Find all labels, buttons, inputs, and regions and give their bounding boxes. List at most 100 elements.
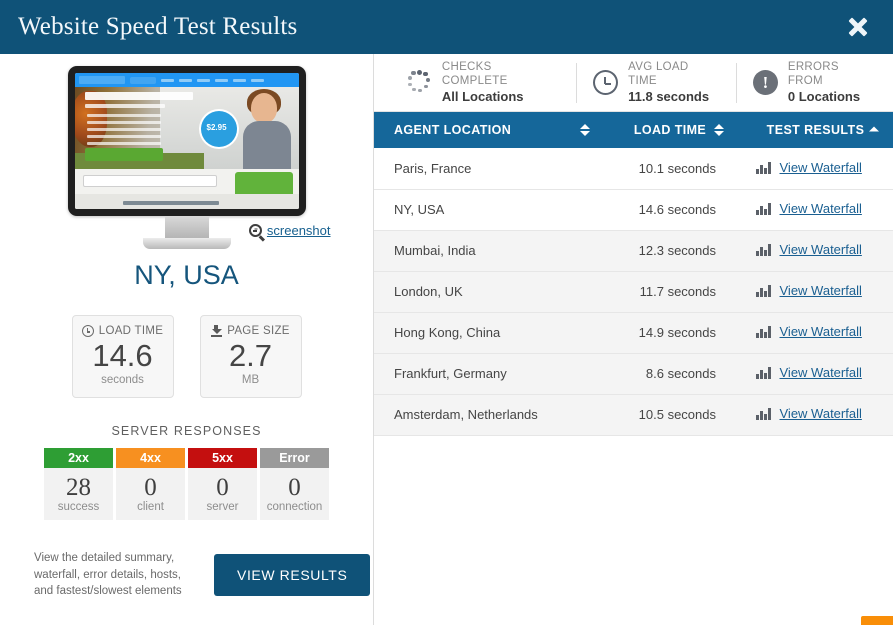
preview-lower-section (74, 169, 299, 209)
bar-chart-icon (756, 284, 771, 297)
preview-cta-button (84, 148, 163, 161)
table-row: Amsterdam, Netherlands 10.5 seconds View… (374, 394, 893, 436)
stat-checks-complete-value: All Locations (441, 88, 524, 104)
server-response-error: Error 0 connection (260, 447, 329, 521)
bar-chart-icon (756, 366, 771, 379)
view-waterfall-label: View Waterfall (779, 283, 862, 299)
view-waterfall-label: View Waterfall (779, 406, 862, 422)
stat-checks-complete: CHECKS COMPLETE All Locations (390, 61, 576, 104)
preview-bullet (86, 142, 161, 145)
screenshot-preview: $2.95 (0, 54, 373, 249)
alert-circle-icon: ! (752, 70, 778, 95)
view-waterfall-link[interactable]: View Waterfall (756, 242, 862, 257)
bar-chart-icon (756, 161, 771, 174)
cell-test-results: View Waterfall (738, 148, 893, 190)
cell-load-time: 11.7 seconds (602, 271, 738, 313)
cell-test-results: View Waterfall (738, 189, 893, 231)
monitor-frame: $2.95 (67, 66, 306, 216)
view-waterfall-link[interactable]: View Waterfall (756, 160, 862, 175)
view-waterfall-link[interactable]: View Waterfall (756, 283, 862, 298)
cell-location: London, UK (374, 271, 602, 313)
server-response-error-count: 0 (288, 473, 301, 501)
cell-location: Hong Kong, China (374, 312, 602, 354)
clock-icon (593, 70, 619, 95)
column-header-agent-location[interactable]: AGENT LOCATION (374, 112, 602, 148)
bar-chart-icon (756, 202, 771, 215)
metric-load-time-unit: seconds (101, 373, 144, 386)
summary-panel: $2.95 screenshot NY, USA LOAD TIME 14.6 … (0, 54, 374, 625)
stat-errors-value: 0 Locations (787, 88, 861, 104)
preview-bullet (86, 135, 161, 138)
bar-chart-icon (756, 243, 771, 256)
sort-icon-test-results[interactable] (869, 126, 879, 134)
cell-location: Paris, France (374, 148, 602, 190)
results-table-body: Paris, France 10.1 seconds View Waterfal… (374, 148, 893, 436)
cell-load-time: 12.3 seconds (602, 230, 738, 272)
table-row: Paris, France 10.1 seconds View Waterfal… (374, 148, 893, 190)
screenshot-link[interactable]: screenshot (267, 223, 331, 238)
preview-logo (78, 76, 125, 84)
cell-load-time: 14.9 seconds (602, 312, 738, 354)
table-row: Hong Kong, China 14.9 seconds View Water… (374, 312, 893, 354)
table-header-row: AGENT LOCATION LOAD TIME TEST RESULTS (374, 112, 893, 148)
view-waterfall-link[interactable]: View Waterfall (756, 201, 862, 216)
column-header-test-results-label: TEST RESULTS (766, 123, 865, 137)
preview-nav-item (232, 78, 246, 82)
modal-titlebar: Website Speed Test Results (0, 0, 893, 54)
sort-icon-load-time[interactable] (714, 124, 724, 136)
preview-nav-item (250, 78, 264, 82)
table-row: NY, USA 14.6 seconds View Waterfall (374, 189, 893, 231)
server-response-4xx-label: client (137, 501, 164, 514)
metric-page-size-value: 2.7 (228, 338, 273, 373)
view-waterfall-link[interactable]: View Waterfall (756, 365, 862, 380)
close-icon[interactable] (845, 14, 871, 40)
summary-footer-text: View the detailed summary, waterfall, er… (34, 552, 182, 598)
preview-hero: $2.95 (74, 87, 299, 169)
cell-load-time: 8.6 seconds (602, 353, 738, 395)
feedback-tab[interactable] (861, 616, 893, 625)
preview-headline (84, 92, 193, 100)
preview-nav-item (214, 78, 228, 82)
preview-hero-person (237, 89, 297, 169)
server-response-2xx-label: success (57, 501, 100, 514)
server-response-5xx: 5xx 0 server (188, 447, 257, 521)
metric-page-size-unit: MB (241, 373, 260, 386)
server-response-error-code: Error (260, 447, 329, 468)
preview-subhead (84, 104, 165, 108)
stat-avg-load-time-label: AVG LOAD TIME (628, 61, 689, 88)
cell-location: Amsterdam, Netherlands (374, 394, 602, 436)
metric-page-size-label: PAGE SIZE (227, 325, 290, 337)
cell-test-results: View Waterfall (738, 353, 893, 395)
cell-load-time: 14.6 seconds (602, 189, 738, 231)
server-response-2xx: 2xx 28 success (44, 447, 113, 521)
download-icon (211, 325, 223, 337)
metric-page-size-head: PAGE SIZE (201, 325, 301, 337)
server-response-5xx-label: server (206, 501, 239, 514)
server-response-4xx: 4xx 0 client (116, 447, 185, 521)
metrics-group: LOAD TIME 14.6 seconds PAGE SIZE 2.7 MB (0, 315, 373, 398)
cell-load-time: 10.5 seconds (602, 394, 738, 436)
server-responses-grid: 2xx 28 success 4xx 0 client 5xx 0 server… (0, 447, 373, 521)
monitor-stand-neck (164, 216, 209, 238)
metric-load-time-label: LOAD TIME (98, 325, 164, 337)
view-waterfall-link[interactable]: View Waterfall (756, 406, 862, 421)
column-header-load-time[interactable]: LOAD TIME (602, 112, 738, 148)
cell-test-results: View Waterfall (738, 230, 893, 272)
monitor-stand-base (142, 238, 231, 249)
preview-navbar (74, 73, 299, 87)
column-header-test-results[interactable]: TEST RESULTS (738, 112, 893, 148)
view-waterfall-label: View Waterfall (779, 201, 862, 217)
clock-icon (81, 325, 94, 337)
metric-load-time-value: 14.6 (92, 338, 153, 373)
preview-bullet (86, 121, 161, 124)
view-waterfall-label: View Waterfall (779, 242, 862, 258)
cell-location: Frankfurt, Germany (374, 353, 602, 395)
stat-errors-label: ERRORS FROM (787, 61, 839, 88)
view-results-button[interactable]: VIEW RESULTS (214, 554, 371, 597)
sort-icon-agent-location[interactable] (580, 124, 590, 136)
server-response-4xx-count: 0 (144, 473, 157, 501)
column-header-load-time-label: LOAD TIME (633, 123, 707, 137)
view-waterfall-label: View Waterfall (779, 324, 862, 340)
site-screenshot-thumbnail[interactable]: $2.95 (74, 73, 299, 209)
view-waterfall-link[interactable]: View Waterfall (756, 324, 862, 339)
